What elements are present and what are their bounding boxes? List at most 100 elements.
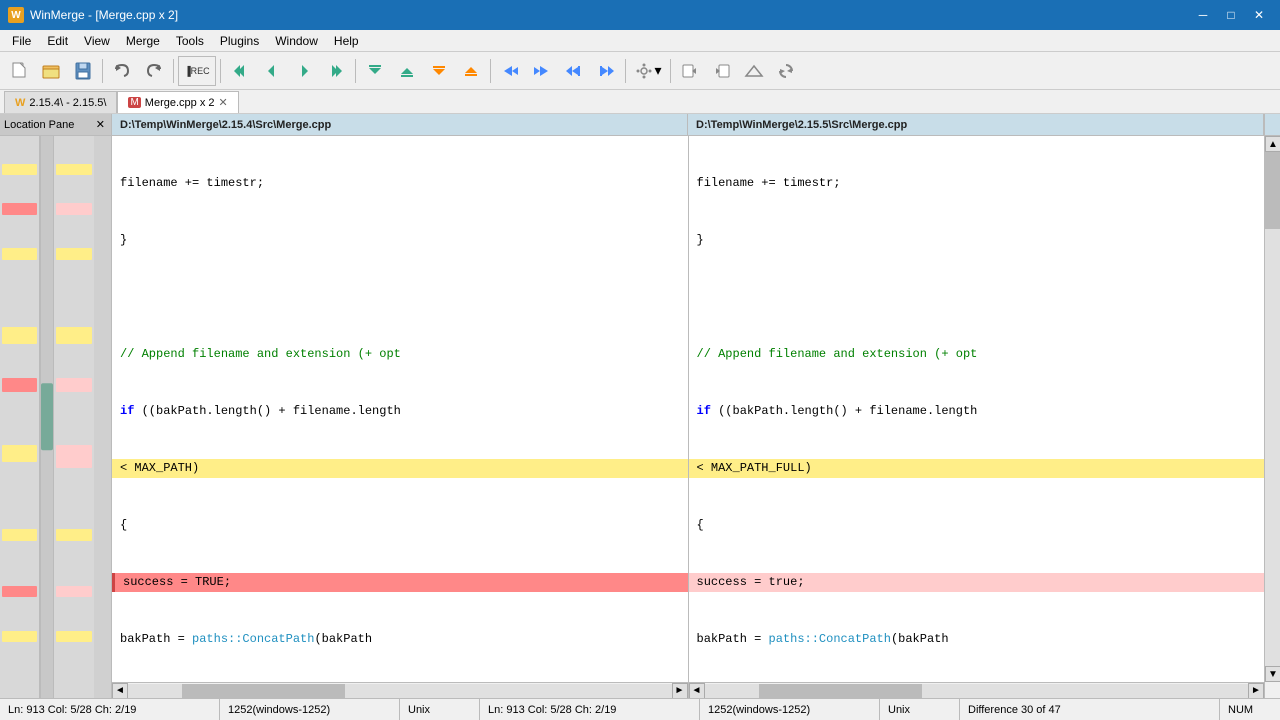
code-content-left: filename += timestr; } // Append filenam… — [112, 136, 688, 682]
h-scroll-right-thumb[interactable] — [759, 684, 922, 698]
location-pane-body — [0, 136, 111, 698]
minimize-button[interactable]: ─ — [1190, 5, 1216, 25]
sep3 — [220, 59, 221, 83]
line-right-7: { — [689, 516, 1265, 535]
copy-to-left-button[interactable] — [527, 56, 557, 86]
line-left-6: < MAX_PATH) — [112, 459, 688, 478]
loc-diff-r-pink-4 — [56, 586, 92, 597]
next-diff-button[interactable] — [289, 56, 319, 86]
h-scroll-right-arrow-left[interactable]: ◄ — [689, 683, 705, 699]
v-scroll-down[interactable]: ▼ — [1265, 666, 1280, 682]
code-area: filename += timestr; } // Append filenam… — [112, 136, 1264, 682]
status-right-encoding: 1252(windows-1252) — [700, 699, 880, 720]
v-scroll-up[interactable]: ▲ — [1265, 136, 1280, 152]
v-scroll-thumb[interactable] — [1265, 152, 1280, 229]
loc-diff-r-yellow-3 — [56, 164, 92, 175]
tab-folder-compare[interactable]: W 2.15.4\ - 2.15.5\ — [4, 91, 117, 113]
menu-merge[interactable]: Merge — [118, 32, 168, 50]
last-diff-button[interactable] — [321, 56, 351, 86]
first-diff-button[interactable] — [225, 56, 255, 86]
sep1 — [102, 59, 103, 83]
copy-all-right-button[interactable] — [559, 56, 589, 86]
new-button[interactable] — [4, 56, 34, 86]
rec-button[interactable]: ▐REC — [178, 56, 216, 86]
sep5 — [490, 59, 491, 83]
loc-diff-r-yellow-5 — [56, 529, 92, 540]
prev-diff-button[interactable] — [257, 56, 287, 86]
h-scroll-right-track[interactable] — [705, 684, 1249, 698]
expand-button[interactable] — [424, 56, 454, 86]
h-scroll-right[interactable]: ◄ ► — [689, 682, 1265, 698]
loc-diff-red-2 — [2, 203, 37, 214]
tab-close-icon[interactable]: ✕ — [219, 96, 228, 109]
collapse-all-button[interactable] — [392, 56, 422, 86]
line-right-6: < MAX_PATH_FULL) — [689, 459, 1265, 478]
h-scroll-right-arrow-right[interactable]: ► — [1248, 683, 1264, 699]
menu-edit[interactable]: Edit — [39, 32, 76, 50]
line-right-2: } — [689, 231, 1265, 250]
main-area: Location Pane ✕ — [0, 114, 1280, 698]
loc-diff-r-pink-2 — [56, 445, 92, 467]
open-button[interactable] — [36, 56, 66, 86]
title-text: WinMerge - [Merge.cpp x 2] — [30, 8, 178, 22]
file-header-right: D:\Temp\WinMerge\2.15.5\Src\Merge.cpp — [688, 114, 1264, 135]
title-bar: W WinMerge - [Merge.cpp x 2] ─ □ ✕ — [0, 0, 1280, 30]
location-pane-close[interactable]: ✕ — [94, 118, 107, 131]
location-pane-label: Location Pane — [4, 119, 74, 131]
toolbar: ▐REC ▾ — [0, 52, 1280, 90]
h-scroll-left-arrow-right[interactable]: ► — [672, 683, 688, 699]
loc-diff-red-1 — [2, 378, 37, 392]
status-right-eol: Unix — [880, 699, 960, 720]
options-button[interactable]: ▾ — [630, 56, 666, 86]
menu-window[interactable]: Window — [267, 32, 326, 50]
loc-center-scroll[interactable] — [40, 136, 54, 698]
menu-bar: File Edit View Merge Tools Plugins Windo… — [0, 30, 1280, 52]
collapse-button[interactable] — [456, 56, 486, 86]
h-scroll-left[interactable]: ◄ ► — [112, 682, 689, 698]
loc-diff-yellow-2 — [2, 445, 37, 462]
code-content-right: filename += timestr; } // Append filenam… — [689, 136, 1265, 682]
line-left-7: { — [112, 516, 688, 535]
sep7 — [670, 59, 671, 83]
file-headers: D:\Temp\WinMerge\2.15.4\Src\Merge.cpp D:… — [112, 114, 1280, 136]
code-pane-left[interactable]: filename += timestr; } // Append filenam… — [112, 136, 689, 682]
close-button[interactable]: ✕ — [1246, 5, 1272, 25]
line-right-4: // Append filename and extension (+ opt — [689, 345, 1265, 364]
loc-strip-right — [54, 136, 94, 698]
line-left-5: if ((bakPath.length() + filename.length — [112, 402, 688, 421]
save-button[interactable] — [68, 56, 98, 86]
menu-tools[interactable]: Tools — [168, 32, 212, 50]
copy-to-right-button[interactable] — [495, 56, 525, 86]
maximize-button[interactable]: □ — [1218, 5, 1244, 25]
refresh-button[interactable] — [771, 56, 801, 86]
loc-diff-r-pink-1 — [56, 378, 92, 392]
menu-plugins[interactable]: Plugins — [212, 32, 267, 50]
menu-view[interactable]: View — [76, 32, 118, 50]
copy-all-left-button[interactable] — [591, 56, 621, 86]
file-header-left: D:\Temp\WinMerge\2.15.4\Src\Merge.cpp — [112, 114, 688, 135]
undo-button[interactable] — [107, 56, 137, 86]
status-right-position: Ln: 913 Col: 5/28 Ch: 2/19 — [480, 699, 700, 720]
status-mode: NUM — [1220, 699, 1280, 720]
h-scroll-left-arrow-left[interactable]: ◄ — [112, 683, 128, 699]
menu-file[interactable]: File — [4, 32, 39, 50]
code-pane-right[interactable]: filename += timestr; } // Append filenam… — [689, 136, 1265, 682]
v-scroll-track[interactable] — [1265, 152, 1280, 666]
prev-file-button[interactable] — [675, 56, 705, 86]
open-parent-button[interactable] — [739, 56, 769, 86]
redo-button[interactable] — [139, 56, 169, 86]
next-file-button[interactable] — [707, 56, 737, 86]
expand-all-button[interactable] — [360, 56, 390, 86]
h-scroll-left-thumb[interactable] — [182, 684, 345, 698]
sep6 — [625, 59, 626, 83]
loc-diff-r-yellow-6 — [56, 631, 92, 642]
status-bar: Ln: 913 Col: 5/28 Ch: 2/19 1252(windows-… — [0, 698, 1280, 720]
title-bar-left: W WinMerge - [Merge.cpp x 2] — [8, 7, 178, 23]
menu-help[interactable]: Help — [326, 32, 367, 50]
loc-diff-yellow-6 — [2, 631, 37, 642]
h-scroll-left-track[interactable] — [128, 684, 672, 698]
tab-file-compare[interactable]: M Merge.cpp x 2 ✕ — [117, 91, 238, 113]
line-right-1: filename += timestr; — [689, 174, 1265, 193]
sep2 — [173, 59, 174, 83]
v-scrollbar[interactable]: ▲ ▼ — [1264, 136, 1280, 682]
